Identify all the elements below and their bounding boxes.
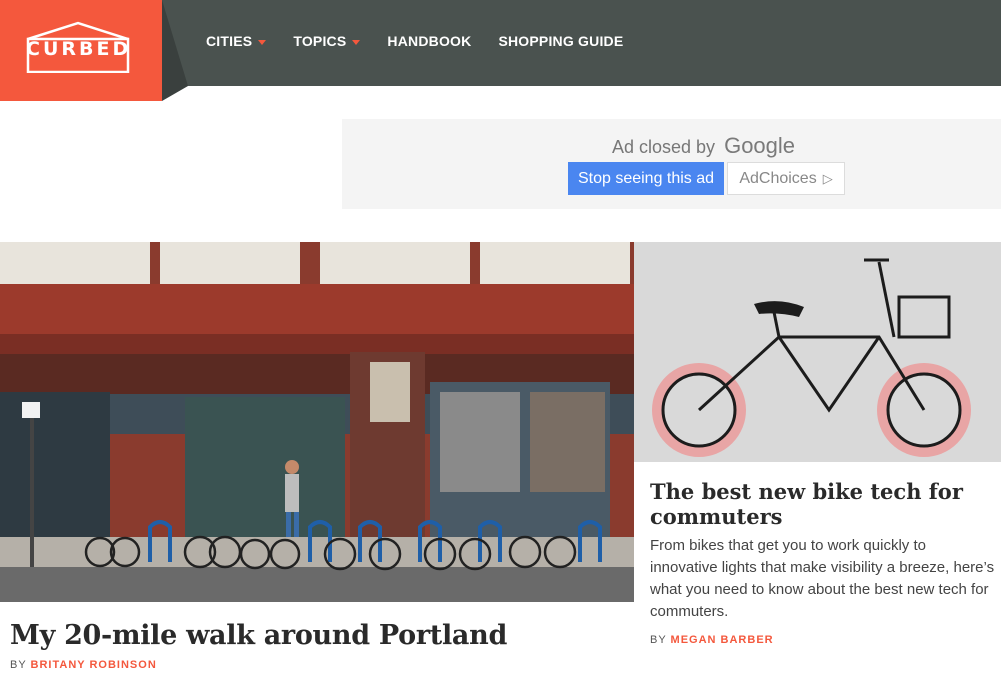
byline-prefix: BY [650,634,667,646]
side-article-title[interactable]: The best new bike tech for commuters [650,479,995,529]
nav-handbook[interactable]: HANDBOOK [387,33,471,49]
byline-prefix: BY [10,659,27,671]
google-logo: Google [724,133,796,158]
nav-topics[interactable]: TOPICS [293,33,361,49]
main-nav: CITIES TOPICS HANDBOOK SHOPPING GUIDE [206,33,650,49]
nav-handbook-label: HANDBOOK [387,33,472,49]
chevron-down-icon [258,39,267,45]
hero-byline: BY BRITANY ROBINSON [10,659,157,671]
dek-line: what you need to know about the best new… [650,581,989,598]
hero-article-title[interactable]: My 20-mile walk around Portland [10,620,507,651]
adchoices-button[interactable]: AdChoices ▷ [727,162,845,195]
ad-closed-text: Ad closed by [612,137,716,157]
adchoices-label: AdChoices [739,169,817,187]
dek-line: innovative lights that make visibility a… [650,559,995,576]
side-article-image[interactable] [634,242,1001,462]
nav-cities[interactable]: CITIES [206,33,267,49]
nav-cities-label: CITIES [206,33,253,49]
side-author-link[interactable]: MEGAN BARBER [671,634,774,646]
logo-notch [162,0,188,101]
adchoices-icon: ▷ [822,170,833,186]
hero-article-image[interactable] [0,242,634,602]
stop-seeing-ad-button[interactable]: Stop seeing this ad [568,162,724,195]
nav-shopping-guide-label: SHOPPING GUIDE [498,33,624,49]
side-byline: BY MEGAN BARBER [650,634,774,646]
hero-author-link[interactable]: BRITANY ROBINSON [31,659,157,671]
dek-line: From bikes that get you to work quickly … [650,537,926,554]
logo[interactable]: CURBED [0,0,162,101]
nav-shopping-guide[interactable]: SHOPPING GUIDE [498,33,623,49]
side-article-dek: From bikes that get you to work quickly … [650,535,1001,623]
logo-text: CURBED [26,38,132,60]
dek-line: commuters. [650,603,729,620]
logo-house-icon: CURBED [26,21,132,74]
ad-closed-message: Ad closed by Google [612,133,795,159]
chevron-down-icon [352,39,361,45]
nav-topics-label: TOPICS [293,33,347,49]
